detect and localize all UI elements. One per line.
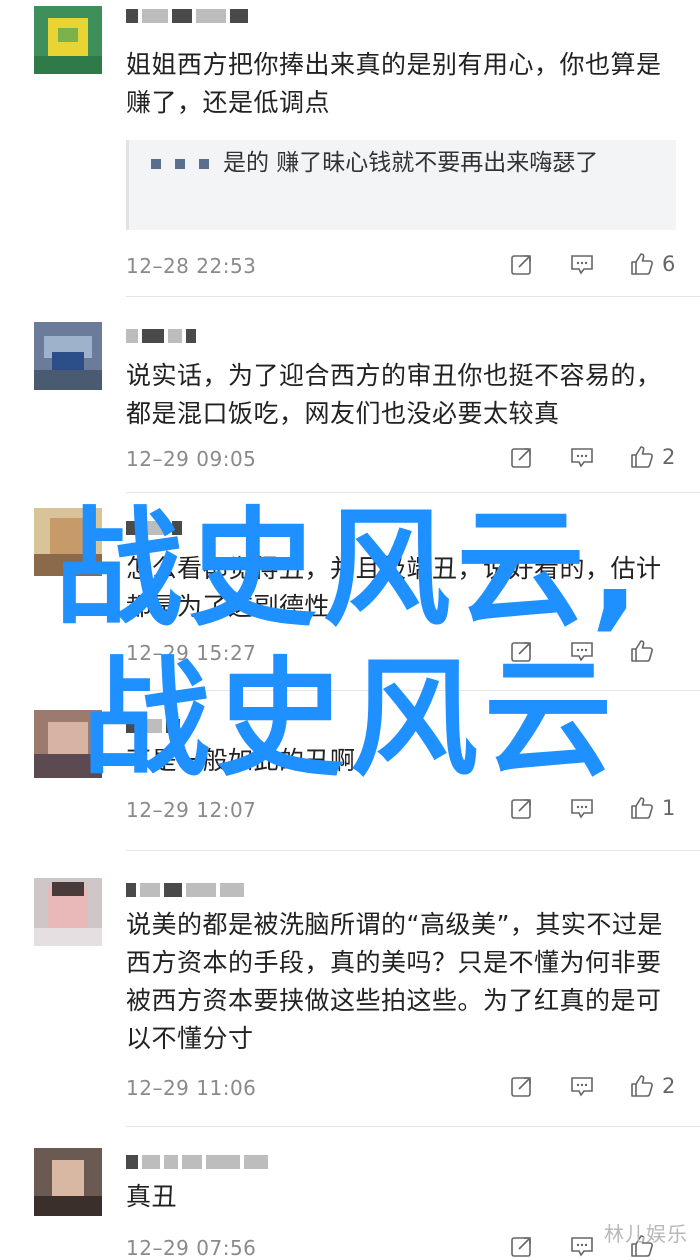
share-icon[interactable]	[510, 1234, 534, 1258]
comment-text: 姐姐西方把你捧出来真的是别有用心，你也算是赚了，还是低调点	[126, 50, 662, 117]
comment-timestamp: 12–29 07:56	[126, 1236, 257, 1260]
reply-icon[interactable]	[570, 1234, 594, 1258]
avatar[interactable]	[34, 322, 102, 390]
comment-timestamp: 12–28 22:53	[126, 254, 257, 278]
share-icon[interactable]	[510, 1074, 534, 1098]
reply-icon[interactable]	[570, 252, 594, 276]
avatar[interactable]	[34, 878, 102, 946]
like-count: 6	[662, 252, 676, 276]
share-icon[interactable]	[510, 252, 534, 276]
share-icon[interactable]	[510, 445, 534, 469]
redacted-square	[151, 158, 161, 169]
username-redacted[interactable]	[126, 6, 248, 26]
like-icon[interactable]	[630, 1074, 654, 1098]
quoted-reply[interactable]: 是的 赚了昧心钱就不要再出来嗨瑟了	[126, 140, 676, 230]
comment-text: 说实话，为了迎合西方的审丑你也挺不容易的，都是混口饭吃，网友们也没必要太较真	[126, 361, 662, 428]
comment-timestamp: 12–29 12:07	[126, 798, 257, 822]
comment-actions: 6	[474, 252, 676, 276]
redacted-square	[175, 158, 185, 169]
divider	[126, 1126, 700, 1127]
username-redacted[interactable]	[126, 880, 244, 900]
quote-text: 是的 赚了昧心钱就不要再出来嗨瑟了	[223, 150, 599, 176]
watermark-line-1: 战史风云,	[54, 495, 646, 644]
like-count: 2	[662, 445, 676, 469]
corner-watermark: 林儿娱乐	[604, 1222, 688, 1246]
watermark-line-2: 战史风云	[81, 645, 618, 794]
like-count: 2	[662, 1074, 676, 1098]
comment-text: 说美的都是被洗脑所谓的“高级美”，其实不过是西方资本的手段，真的美吗？只是不懂为…	[126, 910, 663, 1053]
divider	[126, 850, 700, 851]
reply-icon[interactable]	[570, 1074, 594, 1098]
comment-timestamp: 12–29 11:06	[126, 1076, 257, 1100]
comment-timestamp: 12–29 09:05	[126, 447, 257, 471]
redacted-square	[199, 158, 209, 169]
comment-actions: 2	[474, 445, 676, 469]
divider	[126, 296, 700, 297]
reply-icon[interactable]	[570, 445, 594, 469]
comment-actions: 2	[474, 1074, 676, 1098]
like-icon[interactable]	[630, 252, 654, 276]
username-redacted[interactable]	[126, 326, 196, 346]
avatar[interactable]	[34, 6, 102, 74]
like-icon[interactable]	[630, 445, 654, 469]
username-redacted[interactable]	[126, 1152, 268, 1172]
comment-text: 真丑	[126, 1182, 178, 1211]
avatar[interactable]	[34, 1148, 102, 1216]
